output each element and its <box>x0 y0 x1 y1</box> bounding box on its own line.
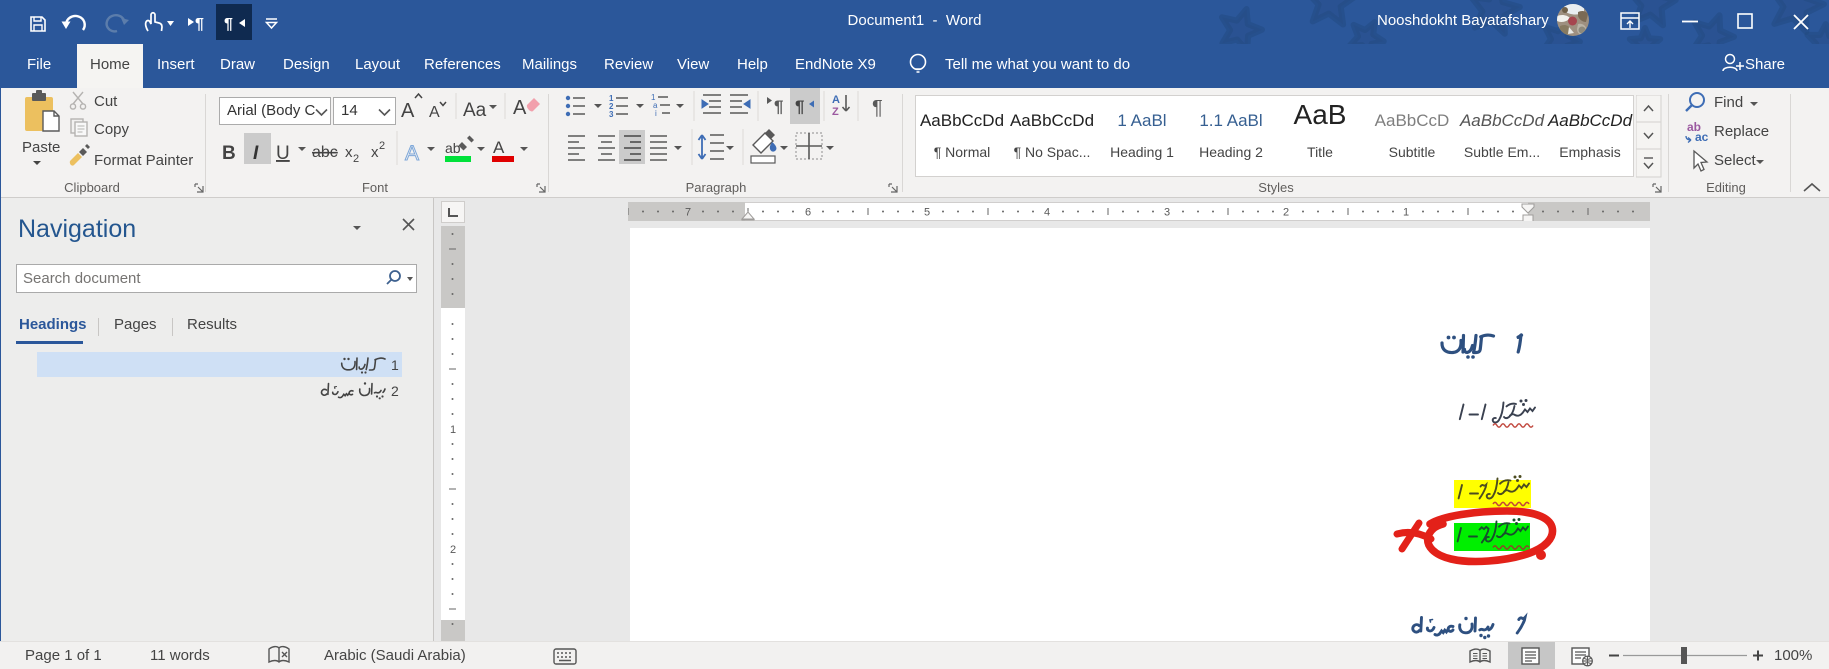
svg-text:2: 2 <box>379 140 385 152</box>
svg-text:¶: ¶ <box>795 97 804 116</box>
svg-text:¶: ¶ <box>774 97 783 116</box>
svg-text:2: 2 <box>353 153 359 165</box>
svg-text:A: A <box>832 94 840 106</box>
svg-text:I: I <box>253 143 259 164</box>
svg-text:A: A <box>405 142 419 165</box>
svg-text:i: i <box>655 109 657 118</box>
svg-text:A: A <box>429 104 440 121</box>
svg-text:Z: Z <box>832 106 839 118</box>
svg-text:Aa: Aa <box>463 100 487 121</box>
svg-text:x: x <box>345 144 353 161</box>
svg-text:3: 3 <box>609 110 614 119</box>
svg-text:abc: abc <box>312 144 338 161</box>
svg-text:A: A <box>493 138 505 157</box>
svg-text:ac: ac <box>1695 130 1709 144</box>
svg-text:¶: ¶ <box>872 97 883 119</box>
svg-text:U: U <box>276 143 290 164</box>
svg-text:ab: ab <box>445 140 461 156</box>
svg-text:A: A <box>401 100 415 122</box>
svg-text:A: A <box>513 97 527 119</box>
svg-text:B: B <box>222 143 236 164</box>
svg-text:2: 2 <box>391 383 399 399</box>
svg-text:1: 1 <box>391 357 399 373</box>
svg-text:x: x <box>371 144 379 161</box>
